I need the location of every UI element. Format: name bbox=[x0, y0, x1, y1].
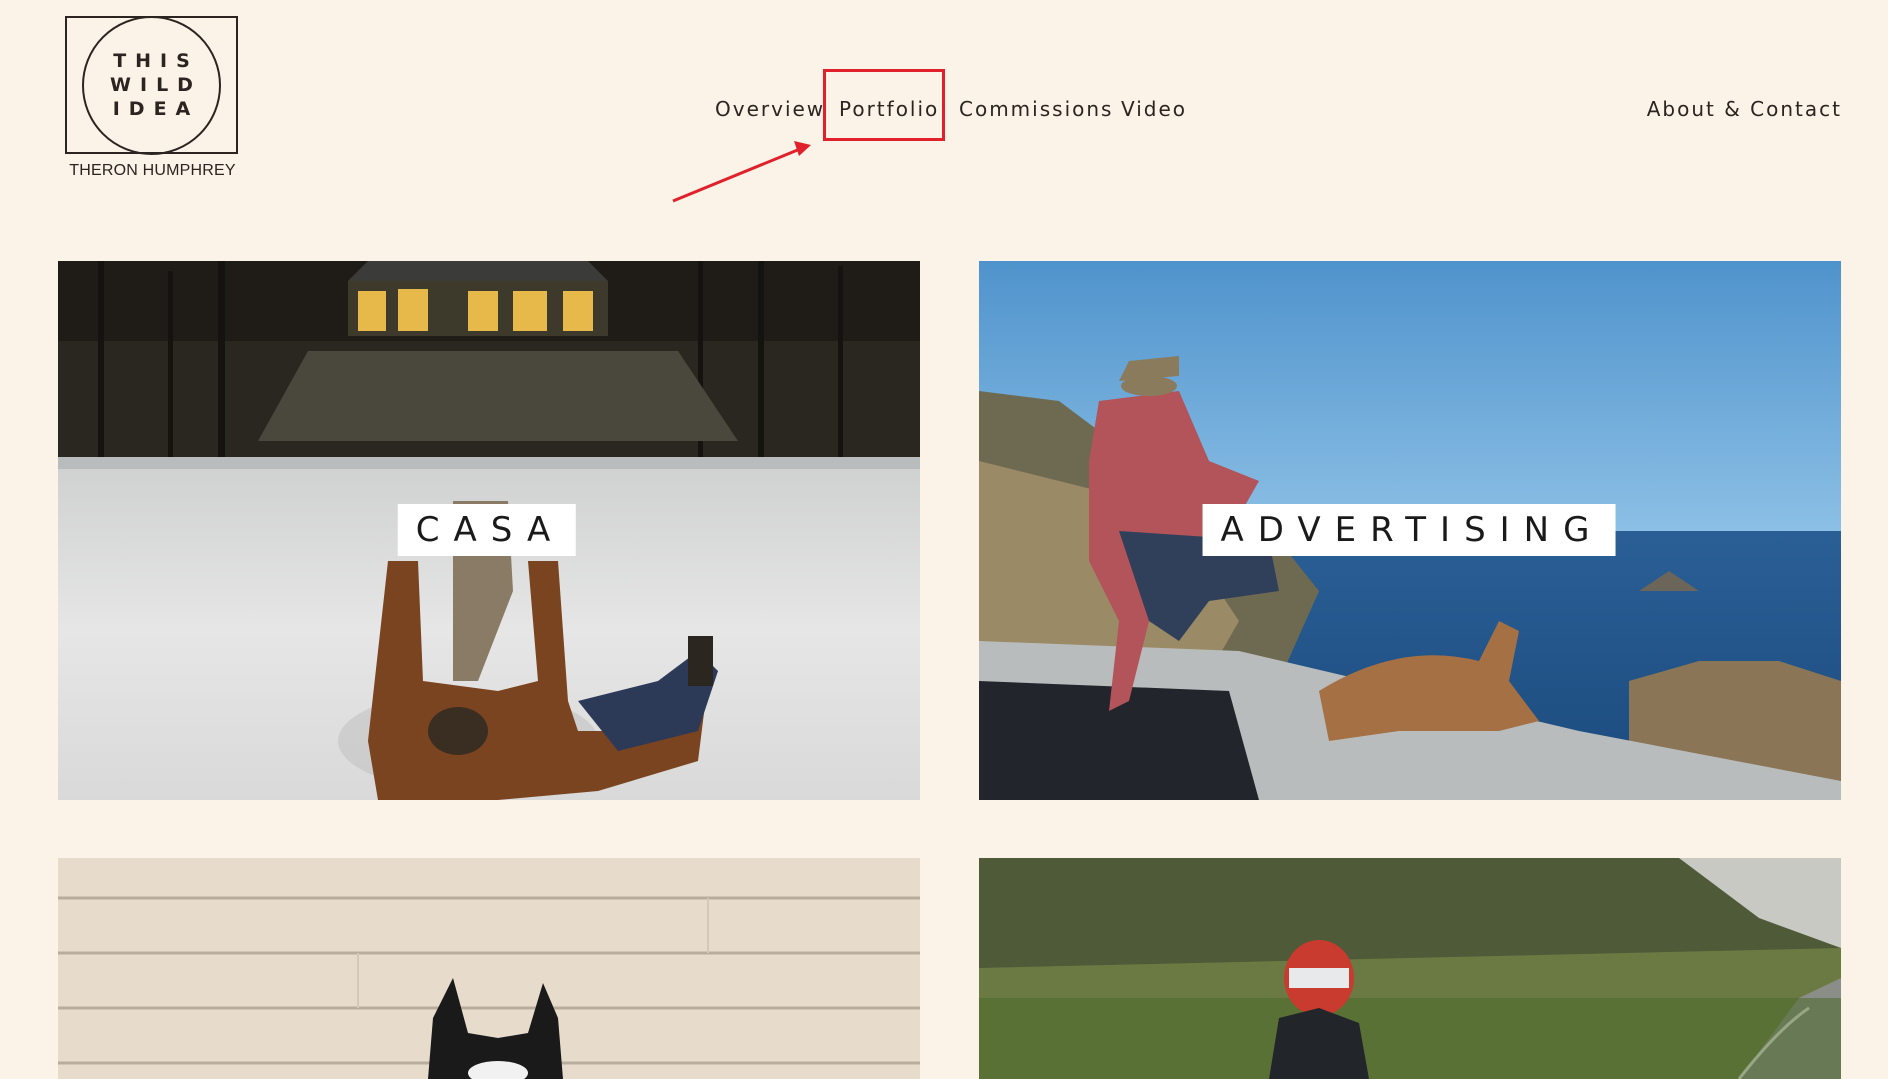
site-logo[interactable]: THIS WILD IDEA bbox=[65, 15, 238, 155]
nav-about-contact[interactable]: About & Contact bbox=[1647, 94, 1842, 124]
logo-subtitle[interactable]: THERON HUMPHREY bbox=[65, 162, 240, 180]
tile-3-photo bbox=[58, 858, 920, 1079]
logo-line-3: IDEA bbox=[112, 97, 200, 120]
logo-line-1: THIS bbox=[113, 49, 199, 72]
tile-label-advertising[interactable]: ADVERTISING bbox=[1202, 504, 1616, 556]
tile-label-casa[interactable]: CASA bbox=[397, 504, 577, 556]
highlight-box bbox=[823, 69, 945, 141]
portfolio-tile-3[interactable] bbox=[58, 858, 920, 1079]
page: THIS WILD IDEA THERON HUMPHREY Overview … bbox=[0, 0, 1888, 1079]
nav-video[interactable]: Video bbox=[1121, 94, 1187, 124]
tile-4-photo bbox=[979, 858, 1841, 1079]
logo-line-2: WILD bbox=[110, 73, 202, 96]
portfolio-tile-casa[interactable]: CASA bbox=[58, 261, 920, 800]
logo-circle: THIS WILD IDEA bbox=[82, 15, 221, 155]
nav-commissions[interactable]: Commissions bbox=[959, 94, 1113, 124]
nav-overview[interactable]: Overview bbox=[715, 94, 825, 124]
portfolio-tile-advertising[interactable]: ADVERTISING bbox=[979, 261, 1841, 800]
portfolio-tile-4[interactable] bbox=[979, 858, 1841, 1079]
